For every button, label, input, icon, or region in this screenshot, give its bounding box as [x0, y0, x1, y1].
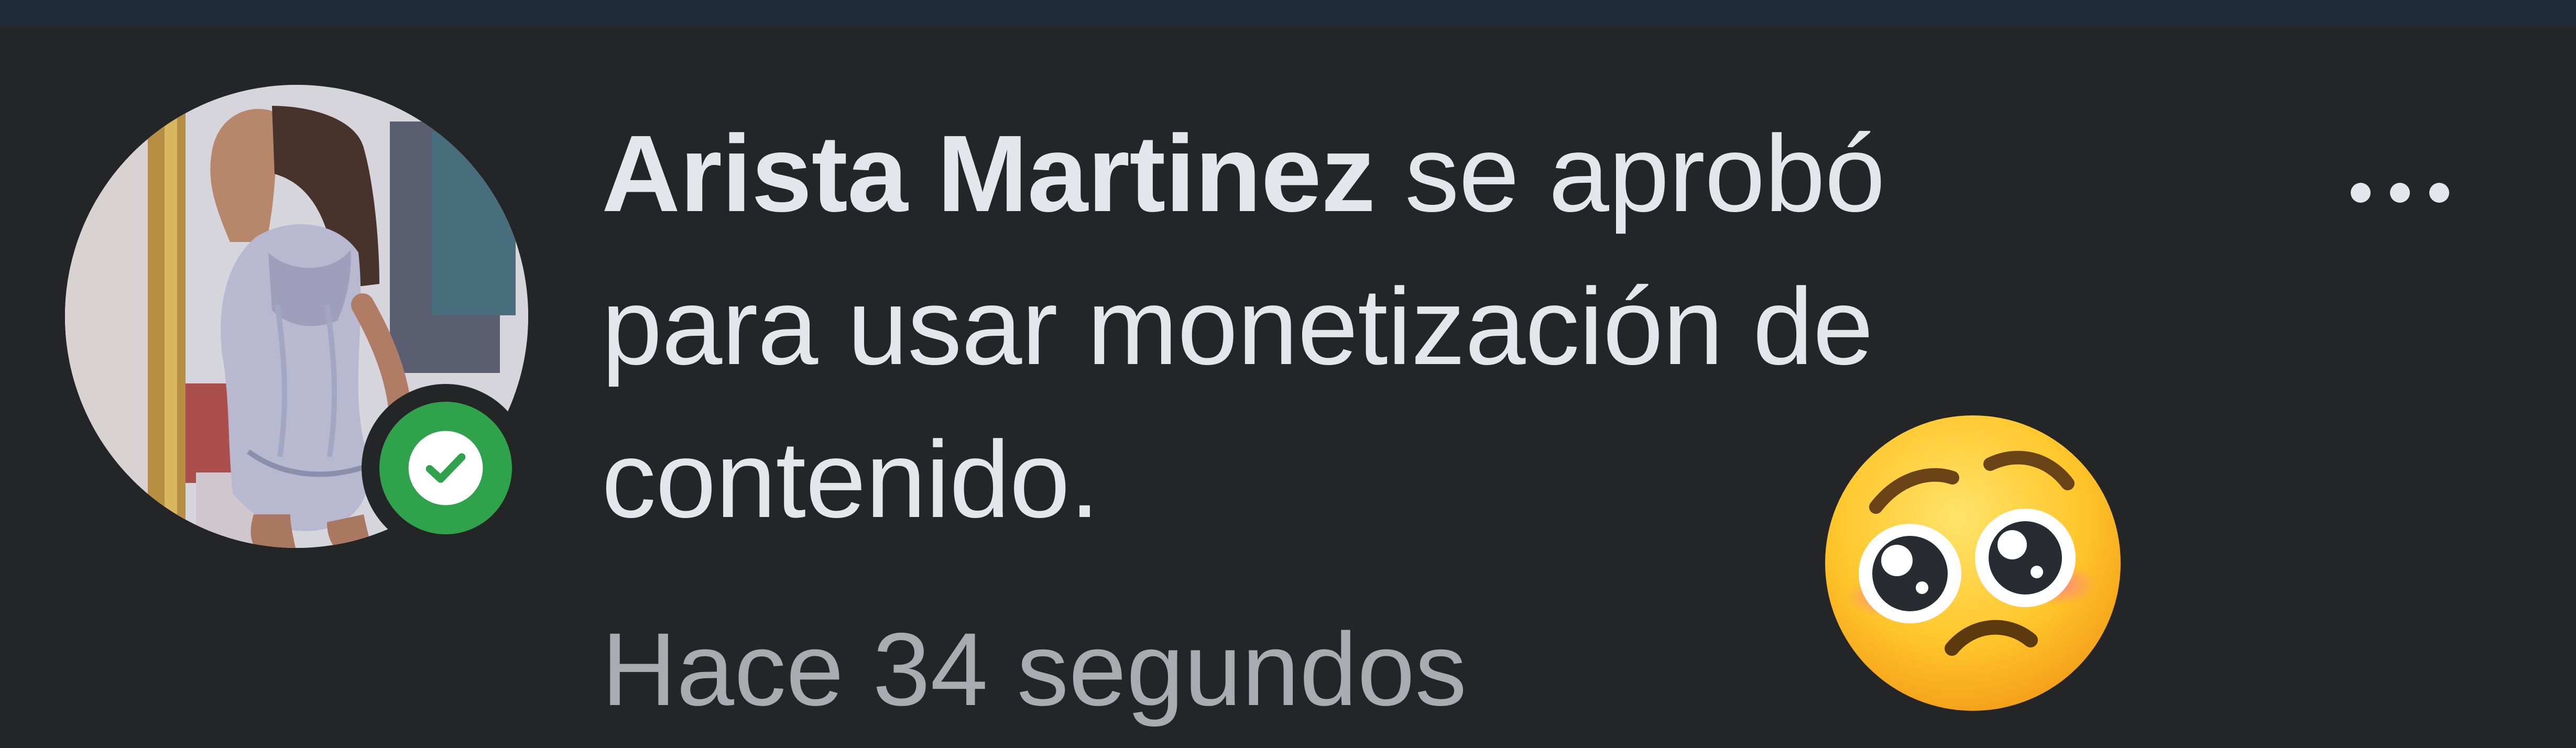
actor-name[interactable]: Arista Martinez — [602, 113, 1376, 235]
notification-timestamp: Hace 34 segundos — [602, 611, 1467, 727]
verified-badge — [362, 384, 530, 552]
verified-badge-background — [379, 402, 512, 534]
ellipsis-icon — [2351, 183, 2449, 203]
more-options-button[interactable] — [2337, 167, 2463, 219]
reaction-emoji — [1824, 414, 2122, 712]
check-circle-icon — [408, 431, 483, 505]
top-bar — [0, 0, 2576, 26]
pleading-face-emoji — [1825, 415, 2121, 711]
